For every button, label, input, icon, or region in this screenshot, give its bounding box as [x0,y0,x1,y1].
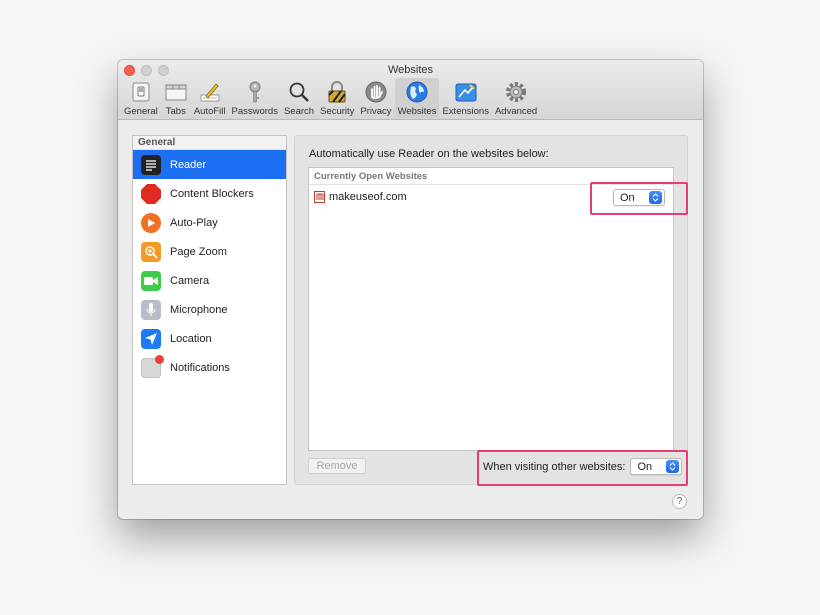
tab-search-label: Search [283,106,315,117]
magnifier-icon [287,80,311,104]
tab-autofill-label: AutoFill [193,106,226,117]
tab-autofill[interactable]: AutoFill [191,78,229,118]
key-icon [243,80,267,104]
camera-icon [141,270,161,291]
sidebar-item-notifications[interactable]: Notifications [133,353,286,382]
makeuseof-favicon-icon [314,191,325,203]
notification-badge [155,354,164,364]
location-arrow-icon [141,328,161,349]
reader-settings-panel: Automatically use Reader on the websites… [294,135,688,486]
tab-search[interactable]: Search [281,78,317,118]
tab-websites-label: Websites [397,106,437,117]
padlock-icon [325,80,349,104]
general-switch-icon [129,80,153,104]
globe-icon [405,80,429,104]
puzzle-extensions-icon [454,80,478,104]
sidebar-item-label: Content Blockers [170,187,254,200]
microphone-icon [141,299,161,320]
sidebar-item-label: Microphone [170,303,228,316]
tab-advanced-label: Advanced [494,106,538,117]
tab-tabs-label: Tabs [165,106,186,117]
sidebar-item-label: Reader [170,158,207,171]
tab-extensions[interactable]: Extensions [439,78,491,118]
tabs-icon [164,80,188,104]
tab-advanced[interactable]: Advanced [492,78,540,118]
tab-general-label: General [124,106,158,117]
tab-tabs[interactable]: Tabs [161,78,191,118]
sidebar-item-microphone[interactable]: Microphone [133,295,286,324]
hand-icon [364,80,388,104]
tab-security-label: Security [320,106,355,117]
tab-websites[interactable]: Websites [394,78,440,118]
sidebar-item-label: Camera [170,274,210,287]
sidebar-item-label: Notifications [170,361,230,374]
sidebar-item-camera[interactable]: Camera [133,266,286,295]
highlight-annotation [477,450,688,486]
tab-privacy[interactable]: Privacy [357,78,394,118]
website-settings-sidebar: General Reader Content Blockers Auto-Pla… [132,135,287,485]
tab-passwords[interactable]: Passwords [229,78,281,118]
stop-sign-icon [141,183,161,204]
gear-icon [504,80,528,104]
tab-privacy-label: Privacy [360,106,392,117]
window-title: Websites [387,64,434,76]
sidebar-header: General [133,136,286,150]
websites-table: Currently Open Websites makeuseof.com On [308,167,688,451]
table-row[interactable]: makeuseof.com On [309,182,688,215]
play-icon [141,212,161,233]
sidebar-item-auto-play[interactable]: Auto-Play [133,208,286,237]
sidebar-item-location[interactable]: Location [133,324,286,353]
sidebar-item-label: Page Zoom [170,245,227,258]
panel-description: Automatically use Reader on the websites… [309,148,549,160]
remove-button[interactable]: Remove [308,458,366,474]
sidebar-item-page-zoom[interactable]: Page Zoom [133,237,286,266]
zoom-icon [141,241,161,262]
tab-general[interactable]: General [121,78,161,118]
notifications-icon [141,354,164,378]
sidebar-item-label: Auto-Play [170,216,218,229]
site-name: makeuseof.com [329,191,407,203]
help-button[interactable]: ? [672,494,687,509]
title-bar: Websites General Tabs AutoFill Passwords… [118,60,703,120]
autofill-pencil-icon [198,80,222,104]
sidebar-item-content-blockers[interactable]: Content Blockers [133,179,286,208]
preferences-toolbar: General Tabs AutoFill Passwords Search S… [121,78,540,118]
tab-passwords-label: Passwords [231,106,278,117]
sidebar-item-label: Location [170,332,212,345]
reader-icon [141,154,161,175]
preferences-window: Websites General Tabs AutoFill Passwords… [118,60,703,519]
tab-security[interactable]: Security [317,78,357,118]
sidebar-item-reader[interactable]: Reader [133,150,286,179]
highlight-annotation [590,182,688,215]
tab-extensions-label: Extensions [442,106,489,117]
